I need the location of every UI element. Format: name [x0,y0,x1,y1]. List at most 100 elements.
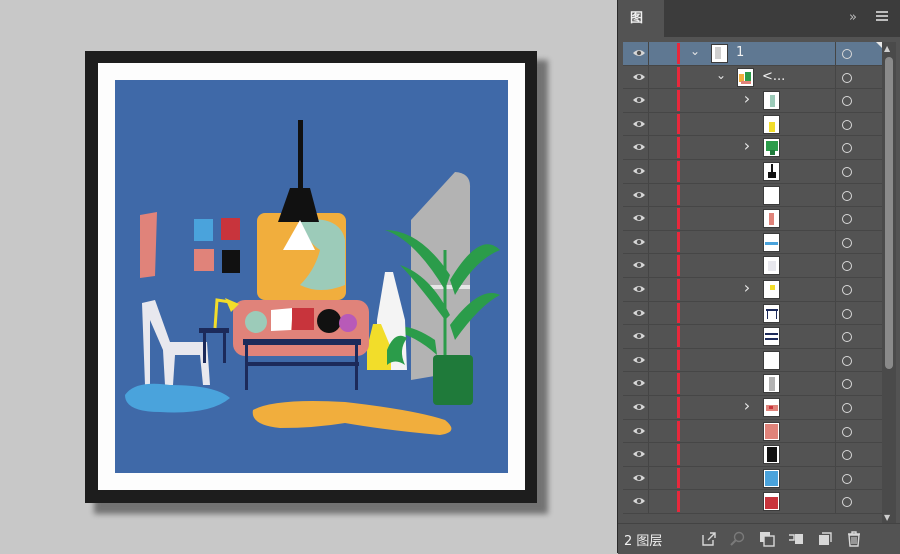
target-circle-icon[interactable] [842,119,852,130]
visibility-eye-icon[interactable] [632,141,646,153]
export-icon[interactable] [701,531,717,547]
lock-column[interactable] [648,348,649,372]
target-circle-icon[interactable] [842,237,852,248]
target-circle-icon[interactable] [842,473,852,484]
clipping-mask-icon[interactable] [759,531,775,547]
chevron-right-icon[interactable]: › [741,136,753,155]
lock-column[interactable] [648,277,649,301]
new-layer-icon[interactable] [817,531,833,547]
layer-row[interactable] [623,159,882,184]
lock-column[interactable] [648,490,649,513]
chevron-right-icon[interactable]: › [741,278,753,297]
target-circle-icon[interactable] [842,426,852,437]
layer-row[interactable] [623,183,882,208]
layer-row[interactable] [623,325,882,349]
target-circle-icon[interactable] [842,143,852,154]
chevron-right-icon[interactable]: › [741,89,753,108]
visibility-eye-icon[interactable] [632,236,646,248]
lock-column[interactable] [648,443,649,466]
visibility-eye-icon[interactable] [632,47,646,59]
visibility-eye-icon[interactable] [632,283,646,295]
layer-row[interactable]: › [623,136,882,160]
layer-row[interactable] [623,112,882,137]
target-circle-icon[interactable] [842,332,852,343]
layer-name[interactable]: <... [762,69,785,84]
scroll-thumb[interactable] [885,57,893,369]
layers-scrollbar[interactable]: ▲ ▼ [882,42,896,524]
visibility-eye-icon[interactable] [632,354,646,366]
lock-column[interactable] [648,301,649,325]
visibility-eye-icon[interactable] [632,165,646,177]
chevron-down-icon[interactable]: ⌄ [715,68,727,82]
layer-row[interactable] [623,490,882,514]
layer-row[interactable]: › [623,89,882,113]
lock-column[interactable] [648,325,649,348]
collapse-panel-icon[interactable]: » [849,10,857,25]
visibility-eye-icon[interactable] [632,118,646,130]
panel-menu-icon[interactable] [876,9,890,23]
lock-column[interactable] [648,183,649,207]
visibility-eye-icon[interactable] [632,330,646,342]
visibility-eye-icon[interactable] [632,448,646,460]
lock-column[interactable] [648,254,649,277]
layer-row[interactable]: ⌄ 1 [623,42,882,66]
layers-tab[interactable]: 图层 [618,0,664,63]
lock-column[interactable] [648,395,649,419]
artwork-illustration[interactable] [115,80,508,473]
layer-name[interactable]: 1 [736,45,744,60]
target-circle-icon[interactable] [842,72,852,83]
target-circle-icon[interactable] [842,355,852,366]
layer-row[interactable] [623,466,882,491]
layer-row[interactable] [623,301,882,326]
target-circle-icon[interactable] [842,402,852,413]
lock-column[interactable] [648,136,649,159]
visibility-eye-icon[interactable] [632,259,646,271]
lock-column[interactable] [648,372,649,395]
target-circle-icon[interactable] [842,450,852,461]
visibility-eye-icon[interactable] [632,401,646,413]
lock-column[interactable] [648,42,649,65]
lock-column[interactable] [648,65,649,89]
scroll-down-icon[interactable]: ▼ [884,513,890,522]
lock-column[interactable] [648,419,649,443]
chevron-right-icon[interactable]: › [741,396,753,415]
scroll-up-icon[interactable]: ▲ [884,44,890,53]
lock-column[interactable] [648,207,649,230]
target-circle-icon[interactable] [842,96,852,107]
visibility-eye-icon[interactable] [632,189,646,201]
lock-column[interactable] [648,230,649,254]
lock-column[interactable] [648,159,649,183]
visibility-eye-icon[interactable] [632,495,646,507]
lock-column[interactable] [648,89,649,112]
layer-row[interactable] [623,443,882,467]
layer-row[interactable] [623,372,882,396]
visibility-eye-icon[interactable] [632,425,646,437]
visibility-eye-icon[interactable] [632,377,646,389]
layer-row[interactable]: › [623,395,882,420]
visibility-eye-icon[interactable] [632,212,646,224]
target-circle-icon[interactable] [842,166,852,177]
layer-row[interactable]: ⌄ <... [623,65,882,90]
visibility-eye-icon[interactable] [632,307,646,319]
visibility-eye-icon[interactable] [632,94,646,106]
layer-row[interactable]: › [623,277,882,302]
layer-row[interactable] [623,254,882,278]
layer-row[interactable] [623,419,882,444]
target-circle-icon[interactable] [842,379,852,390]
target-circle-icon[interactable] [842,214,852,225]
target-circle-icon[interactable] [842,190,852,201]
trash-icon[interactable] [846,531,862,547]
target-circle-icon[interactable] [842,261,852,272]
target-circle-icon[interactable] [842,49,852,59]
visibility-eye-icon[interactable] [632,71,646,83]
layer-row[interactable] [623,207,882,231]
lock-column[interactable] [648,112,649,136]
locate-object-icon[interactable] [730,531,746,547]
layer-row[interactable] [623,230,882,255]
layer-row[interactable] [623,348,882,373]
target-circle-icon[interactable] [842,497,852,508]
target-circle-icon[interactable] [842,284,852,295]
chevron-down-icon[interactable]: ⌄ [689,44,701,58]
lock-column[interactable] [648,466,649,490]
artboard-canvas[interactable] [0,0,616,553]
